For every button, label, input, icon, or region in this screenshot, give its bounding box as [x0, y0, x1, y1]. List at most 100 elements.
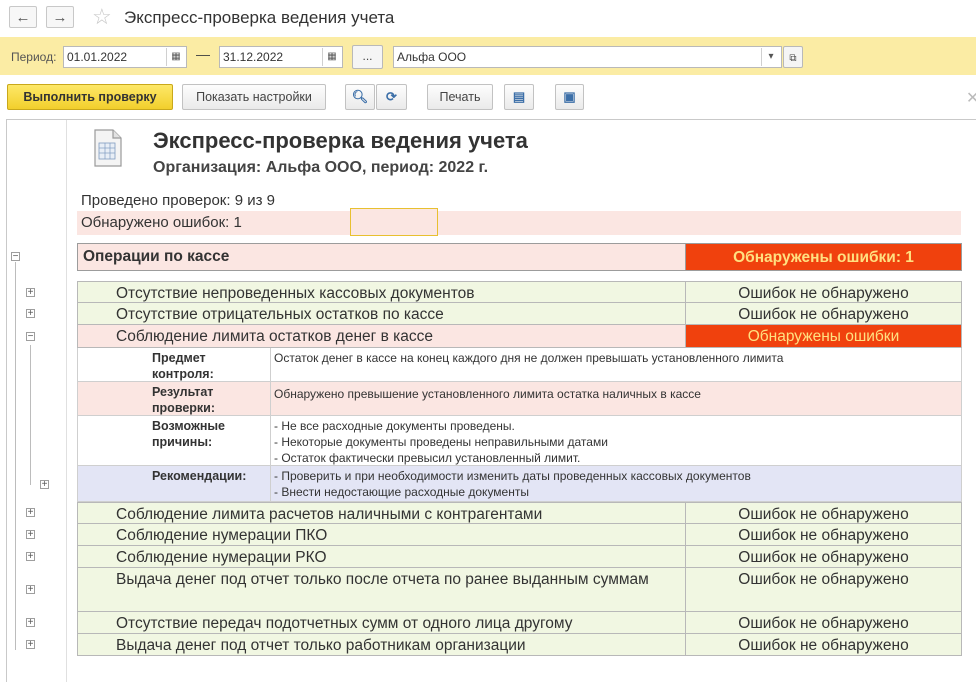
check-row[interactable]: Отсутствие отрицательных остатков по кас… [77, 303, 962, 325]
check-status-cell: Ошибок не обнаружено [686, 568, 961, 611]
detail-text: Обнаружено превышение установленного лим… [274, 387, 701, 401]
report-top-border [6, 119, 976, 120]
period-dash: — [196, 46, 210, 62]
report-title: Экспресс-проверка ведения учета [153, 128, 528, 153]
check-row[interactable]: Отсутствие непроведенных кассовых докуме… [77, 281, 962, 303]
collapse-toggle-icon[interactable]: − [11, 252, 20, 262]
check-status-cell: Ошибок не обнаружено [686, 546, 961, 567]
period-select-button[interactable]: ... [352, 45, 383, 69]
window-title: Экспресс-проверка ведения учета [124, 8, 395, 27]
expand-toggle-icon[interactable]: + [26, 309, 35, 319]
search-icon: 🔍︎ [351, 89, 369, 104]
calendar-icon[interactable]: ▦ [322, 48, 341, 66]
save-icon: ▣ [563, 89, 576, 104]
check-row[interactable]: Соблюдение нумерации ПКО Ошибок не обнар… [77, 524, 962, 546]
check-row[interactable]: Выдача денег под отчет только после отче… [77, 568, 962, 612]
organization-field[interactable]: Альфа ООО ▾ [393, 46, 782, 68]
check-name-cell: Соблюдение лимита расчетов наличными с к… [78, 503, 686, 523]
recommendation-item: - Внести недостающие расходные документы [274, 485, 529, 499]
detail-row-subject: Предмет контроля: Остаток денег в кассе … [77, 348, 962, 382]
check-status: Ошибок не обнаружено [738, 637, 909, 654]
open-window-icon: ⧉ [789, 53, 797, 64]
section-name-cell: Операции по кассе [78, 244, 686, 270]
check-status-cell: Обнаружены ошибки [686, 325, 961, 347]
check-status: Ошибок не обнаружено [738, 527, 909, 544]
preview-button[interactable]: ▤ [504, 84, 534, 110]
forward-button[interactable]: → [46, 6, 74, 28]
expand-toggle-icon[interactable]: + [26, 585, 35, 595]
detail-label: Возможные причины: [78, 416, 271, 465]
errors-found-text: Обнаружено ошибок: 1 [81, 214, 242, 231]
check-row[interactable]: Соблюдение нумерации РКО Ошибок не обнар… [77, 546, 962, 568]
check-name-cell: Выдача денег под отчет только после отче… [78, 568, 686, 611]
check-status: Ошибок не обнаружено [738, 615, 909, 632]
close-panel-icon[interactable]: ✕ [966, 88, 976, 108]
check-status: Ошибок не обнаружено [738, 571, 909, 588]
expand-toggle-icon[interactable]: + [26, 288, 35, 298]
period-to-value: 31.12.2022 [223, 50, 284, 64]
expand-toggle-icon[interactable]: + [26, 640, 35, 650]
check-name: Соблюдение нумерации ПКО [116, 527, 328, 544]
tree-column-divider [66, 120, 67, 682]
check-row[interactable]: Отсутствие передач подотчетных сумм от о… [77, 612, 962, 634]
detail-text: Остаток денег в кассе на конец каждого д… [274, 351, 784, 365]
open-organization-button[interactable]: ⧉ [783, 46, 803, 68]
search-refresh-icon: ⟳ [386, 89, 397, 104]
check-name-cell: Выдача денег под отчет только работникам… [78, 634, 686, 655]
section-row-cash[interactable]: Операции по кассе Обнаружены ошибки: 1 [77, 243, 962, 271]
search-button[interactable]: 🔍︎ [345, 84, 375, 110]
document-icon [94, 129, 122, 167]
expand-toggle-icon[interactable]: + [40, 480, 49, 490]
check-status: Ошибок не обнаружено [738, 549, 909, 566]
check-name-cell: Отсутствие непроведенных кассовых докуме… [78, 282, 686, 302]
check-name-cell: Соблюдение нумерации РКО [78, 546, 686, 567]
expand-toggle-icon[interactable]: + [26, 552, 35, 562]
check-status: Ошибок не обнаружено [738, 306, 909, 323]
tree-line [30, 345, 31, 485]
run-check-button[interactable]: Выполнить проверку [7, 84, 173, 110]
check-row[interactable]: Выдача денег под отчет только работникам… [77, 634, 962, 656]
check-row[interactable]: Соблюдение лимита расчетов наличными с к… [77, 502, 962, 524]
section-status-cell: Обнаружены ошибки: 1 [686, 244, 961, 270]
cause-item: - Некоторые документы проведены неправил… [274, 435, 608, 449]
favorite-star-icon[interactable]: ☆ [92, 4, 112, 30]
print-button[interactable]: Печать [427, 84, 493, 110]
expand-toggle-icon[interactable]: + [26, 618, 35, 628]
organization-value: Альфа ООО [397, 50, 467, 64]
report-subtitle: Организация: Альфа ООО, период: 2022 г. [153, 159, 489, 176]
checks-done-text: Проведено проверок: 9 из 9 [81, 192, 275, 209]
expand-toggle-icon[interactable]: + [26, 530, 35, 540]
show-settings-button[interactable]: Показать настройки [182, 84, 326, 110]
check-name-cell: Соблюдение лимита остатков денег в кассе [78, 325, 686, 347]
check-status-cell: Ошибок не обнаружено [686, 282, 961, 302]
detail-row-result: Результат проверки: Обнаружено превышени… [77, 382, 962, 416]
check-status: Ошибок не обнаружено [738, 506, 909, 523]
collapse-toggle-icon[interactable]: − [26, 332, 35, 342]
selected-cell-marker[interactable] [350, 208, 438, 236]
expand-toggle-icon[interactable]: + [26, 508, 35, 518]
period-to-field[interactable]: 31.12.2022 ▦ [219, 46, 343, 68]
preview-icon: ▤ [512, 89, 526, 104]
period-from-field[interactable]: 01.01.2022 ▦ [63, 46, 187, 68]
section-name: Операции по кассе [83, 248, 230, 265]
back-button[interactable]: ← [9, 6, 37, 28]
cause-item: - Не все расходные документы проведены. [274, 419, 515, 433]
tree-line [15, 262, 16, 650]
dropdown-arrow-icon[interactable]: ▾ [761, 48, 780, 66]
detail-text: - Не все расходные документы проведены. … [274, 418, 957, 466]
check-name: Отсутствие передач подотчетных сумм от о… [116, 615, 573, 632]
check-status-cell: Ошибок не обнаружено [686, 524, 961, 545]
check-status-cell: Ошибок не обнаружено [686, 303, 961, 324]
check-name-cell: Соблюдение нумерации ПКО [78, 524, 686, 545]
check-name: Соблюдение лимита остатков денег в кассе [116, 328, 434, 345]
period-label: Период: [11, 50, 57, 64]
check-name: Выдача денег под отчет только после отче… [116, 571, 649, 588]
check-name: Отсутствие непроведенных кассовых докуме… [116, 285, 475, 302]
ellipsis-label: ... [362, 49, 373, 63]
check-row-error[interactable]: Соблюдение лимита остатков денег в кассе… [77, 325, 962, 348]
calendar-icon[interactable]: ▦ [166, 48, 185, 66]
search-refresh-button[interactable]: ⟳ [376, 84, 407, 110]
check-status-cell: Ошибок не обнаружено [686, 612, 961, 633]
save-button[interactable]: ▣ [555, 84, 584, 110]
detail-label: Результат проверки: [78, 382, 271, 415]
